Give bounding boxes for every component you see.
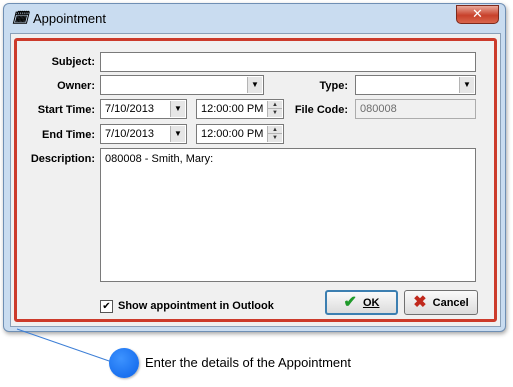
check-icon: ✔ (343, 293, 357, 311)
end-time-spinner[interactable]: 12:00:00 PM ▲ ▼ (196, 124, 284, 144)
end-date-picker[interactable]: 7/10/2013 ▼ (100, 124, 187, 144)
cancel-button[interactable]: ✖ Cancel (404, 290, 478, 315)
type-select[interactable]: ▼ (355, 75, 476, 95)
window-title: Appointment (33, 11, 106, 26)
x-icon: ✖ (413, 293, 427, 311)
ok-button-label: OK (362, 296, 380, 309)
chevron-down-icon[interactable]: ▼ (459, 77, 474, 93)
cancel-button-label: Cancel (432, 296, 469, 309)
outlook-checkbox[interactable]: ✔ (100, 300, 113, 313)
close-icon: ✕ (472, 7, 483, 22)
start-date-value: 7/10/2013 (105, 103, 154, 115)
dialog-body: Subject: Owner: ▼ Type: ▼ Start Time: 7/… (10, 33, 501, 327)
end-time-value: 12:00:00 PM (201, 128, 264, 140)
owner-label: Owner: (57, 80, 95, 92)
outlook-checkbox-label[interactable]: Show appointment in Outlook (118, 300, 274, 312)
file-code-field: 080008 (355, 99, 476, 119)
file-code-label: File Code: (294, 104, 348, 116)
spin-up-icon[interactable]: ▲ (268, 126, 282, 134)
start-time-spinner[interactable]: 12:00:00 PM ▲ ▼ (196, 99, 284, 119)
owner-select[interactable]: ▼ (100, 75, 264, 95)
subject-input[interactable] (100, 52, 476, 72)
start-date-picker[interactable]: 7/10/2013 ▼ (100, 99, 187, 119)
chevron-down-icon[interactable]: ▼ (170, 101, 185, 117)
ok-button[interactable]: ✔ OK (325, 290, 398, 315)
type-label: Type: (319, 80, 348, 92)
spin-down-icon[interactable]: ▼ (268, 134, 282, 142)
end-time-label: End Time: (42, 129, 95, 141)
end-date-value: 7/10/2013 (105, 128, 154, 140)
app-logo-icon: 🗓 (12, 11, 29, 26)
subject-label: Subject: (51, 56, 95, 68)
description-textarea[interactable]: 080008 - Smith, Mary: (100, 148, 476, 282)
start-time-value: 12:00:00 PM (201, 103, 264, 115)
title-bar[interactable]: 🗓 Appointment ✕ (4, 4, 505, 32)
chevron-down-icon[interactable]: ▼ (170, 126, 185, 142)
callout-text: Enter the details of the Appointment (145, 355, 351, 370)
end-time-spin-buttons[interactable]: ▲ ▼ (267, 126, 282, 142)
description-label: Description: (30, 153, 95, 165)
callout-marker-icon (109, 348, 139, 378)
checkmark-icon: ✔ (102, 301, 111, 312)
chevron-down-icon[interactable]: ▼ (247, 77, 262, 93)
start-time-label: Start Time: (37, 104, 95, 116)
appointment-window: 🗓 Appointment ✕ Subject: Owner: ▼ Type: … (3, 3, 506, 332)
close-button[interactable]: ✕ (456, 5, 499, 24)
